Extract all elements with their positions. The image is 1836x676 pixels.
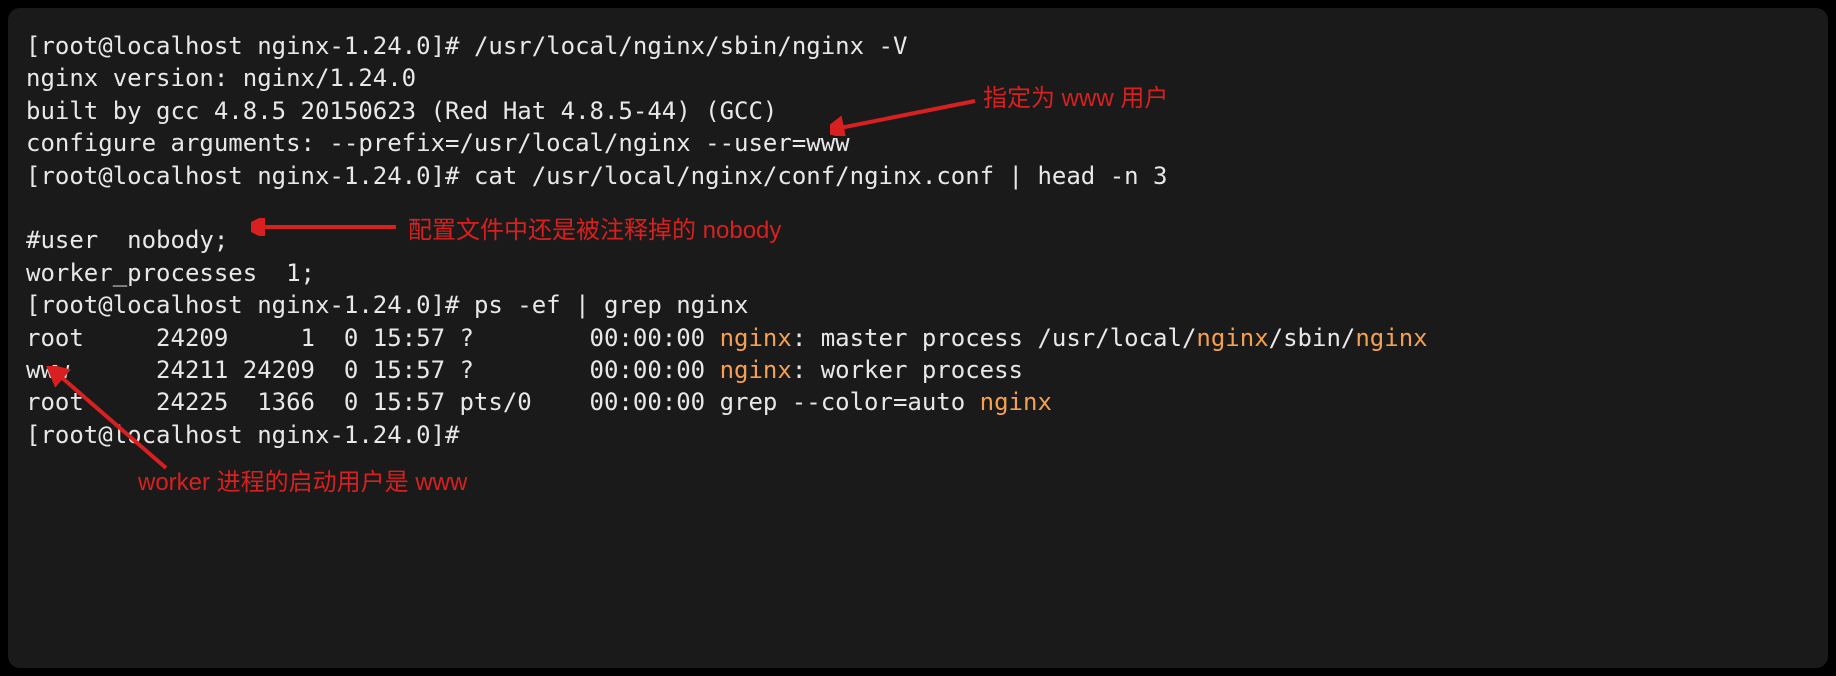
- terminal-window[interactable]: [root@localhost nginx-1.24.0]# /usr/loca…: [8, 8, 1828, 668]
- annotation-label: worker 进程的启动用户是 www: [138, 467, 467, 499]
- ps-output: /sbin/: [1269, 324, 1356, 352]
- prompt: [root@localhost nginx-1.24.0]#: [26, 291, 474, 319]
- terminal-line: [root@localhost nginx-1.24.0]# cat /usr/…: [26, 160, 1810, 192]
- output-text: worker_processes 1;: [26, 259, 315, 287]
- terminal-line: [26, 192, 1810, 224]
- annotation-text: worker 进程的启动用户是 www: [138, 469, 467, 496]
- output-text: built by gcc 4.8.5 20150623 (Red Hat 4.8…: [26, 97, 777, 125]
- terminal-line: root 24209 1 0 15:57 ? 00:00:00 nginx: m…: [26, 322, 1810, 354]
- highlight-nginx: nginx: [1196, 324, 1268, 352]
- highlight-nginx: nginx: [1355, 324, 1427, 352]
- annotation-text: 配置文件中还是被注释掉的 nobody: [408, 217, 781, 244]
- prompt: [root@localhost nginx-1.24.0]#: [26, 32, 474, 60]
- terminal-line: [root@localhost nginx-1.24.0]# ps -ef | …: [26, 289, 1810, 321]
- prompt: [root@localhost nginx-1.24.0]#: [26, 162, 474, 190]
- terminal-line: nginx version: nginx/1.24.0: [26, 62, 1810, 94]
- terminal-line: [root@localhost nginx-1.24.0]# /usr/loca…: [26, 30, 1810, 62]
- ps-output: www 24211 24209 0 15:57 ? 00:00:00: [26, 356, 720, 384]
- ps-output: : master process /usr/local/: [792, 324, 1197, 352]
- terminal-line: [root@localhost nginx-1.24.0]#: [26, 419, 1810, 451]
- prompt: [root@localhost nginx-1.24.0]#: [26, 421, 474, 449]
- ps-output: : worker process: [792, 356, 1023, 384]
- terminal-line: built by gcc 4.8.5 20150623 (Red Hat 4.8…: [26, 95, 1810, 127]
- terminal-line: worker_processes 1;: [26, 257, 1810, 289]
- command-text: cat /usr/local/nginx/conf/nginx.conf | h…: [474, 162, 1168, 190]
- terminal-line: root 24225 1366 0 15:57 pts/0 00:00:00 g…: [26, 386, 1810, 418]
- output-text: configure arguments: --prefix=/usr/local…: [26, 129, 850, 157]
- highlight-nginx: nginx: [980, 388, 1052, 416]
- annotation-label: 配置文件中还是被注释掉的 nobody: [408, 215, 781, 247]
- highlight-nginx: nginx: [720, 324, 792, 352]
- command-text: /usr/local/nginx/sbin/nginx -V: [474, 32, 907, 60]
- command-text: ps -ef | grep nginx: [474, 291, 749, 319]
- highlight-nginx: nginx: [720, 356, 792, 384]
- terminal-line: #user nobody;: [26, 224, 1810, 256]
- ps-output: root 24225 1366 0 15:57 pts/0 00:00:00 g…: [26, 388, 980, 416]
- annotation-text: 指定为 www 用户: [983, 85, 1168, 112]
- output-text: nginx version: nginx/1.24.0: [26, 64, 416, 92]
- terminal-line: www 24211 24209 0 15:57 ? 00:00:00 nginx…: [26, 354, 1810, 386]
- ps-output: root 24209 1 0 15:57 ? 00:00:00: [26, 324, 720, 352]
- annotation-label: 指定为 www 用户: [983, 83, 1168, 115]
- output-text: #user nobody;: [26, 226, 228, 254]
- terminal-line: configure arguments: --prefix=/usr/local…: [26, 127, 1810, 159]
